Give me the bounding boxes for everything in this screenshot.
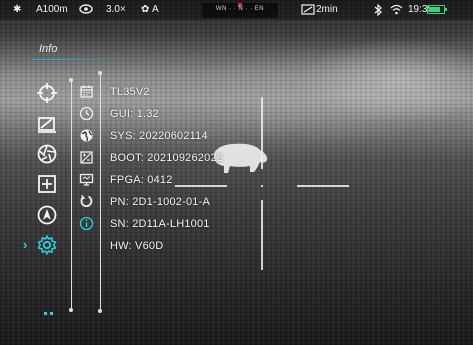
sidebar-divider — [71, 80, 72, 310]
page-dot — [50, 312, 53, 315]
thermal-view: ✱ A100m 3.0× ✿ A WN · · N · · EN 2min 19… — [0, 0, 473, 345]
globe-icon[interactable] — [79, 128, 94, 143]
page-dot — [44, 312, 47, 315]
reticle-top — [261, 97, 263, 169]
hardware-version: HW: V60D — [110, 240, 164, 252]
reticle-left — [175, 185, 227, 187]
reticle-right — [297, 185, 349, 187]
image-edit-icon[interactable] — [36, 113, 58, 135]
wifi-icon — [390, 4, 403, 19]
mode-readout: A — [152, 4, 159, 15]
fpga-version: FPGA: 0412 — [110, 174, 173, 186]
battery-level — [429, 7, 440, 12]
display-icon[interactable] — [79, 172, 94, 187]
active-chevron-icon: › — [23, 237, 28, 252]
divider-dot — [69, 78, 73, 82]
page-indicator — [44, 302, 56, 320]
info-icon[interactable] — [79, 216, 94, 231]
aperture-icon[interactable] — [36, 143, 58, 165]
status-bar: ✱ A100m 3.0× ✿ A WN · · N · · EN 2min 19… — [0, 0, 473, 20]
reset-icon[interactable] — [79, 194, 94, 209]
zoom-readout: 3.0× — [106, 4, 126, 15]
star-icon: ✱ — [13, 4, 22, 15]
content-divider — [100, 73, 101, 311]
timer-readout: 2min — [316, 4, 338, 15]
crosshair-icon[interactable] — [36, 82, 58, 104]
battery-icon — [427, 5, 445, 14]
clock-icon[interactable] — [79, 106, 94, 121]
settings-gear-icon[interactable] — [36, 234, 58, 256]
divider-dot — [69, 308, 73, 312]
reticle-center — [261, 185, 263, 187]
boot-version: BOOT: 202109262022 — [110, 152, 224, 164]
eye-icon — [79, 4, 93, 18]
compass-strip: WN · · N · · EN — [202, 3, 278, 18]
reticle-bottom — [261, 200, 263, 270]
divider-dot — [98, 71, 102, 75]
plus-box-icon[interactable] — [36, 173, 58, 195]
sys-version: SYS: 20220602114 — [110, 130, 208, 142]
compass-scale: WN · · N · · EN — [215, 6, 265, 12]
timer-icon — [301, 4, 315, 19]
battery-tip — [445, 8, 447, 11]
serial-number: SN: 2D11A-LH1001 — [110, 218, 210, 230]
page-title: Info — [39, 43, 58, 55]
gui-version: GUI: 1.32 — [110, 108, 159, 120]
altitude-readout: A100m — [36, 4, 68, 15]
navigation-icon[interactable] — [36, 204, 58, 226]
divider-dot — [98, 309, 102, 313]
device-model: TL35V2 — [110, 86, 150, 98]
image-adjust-icon[interactable] — [79, 150, 94, 165]
bluetooth-icon — [374, 3, 382, 20]
part-number: PN: 2D1-1002-01-A — [110, 196, 211, 208]
calendar-icon[interactable] — [79, 84, 94, 99]
title-underline — [33, 59, 133, 60]
mode-icon: ✿ — [141, 4, 150, 15]
